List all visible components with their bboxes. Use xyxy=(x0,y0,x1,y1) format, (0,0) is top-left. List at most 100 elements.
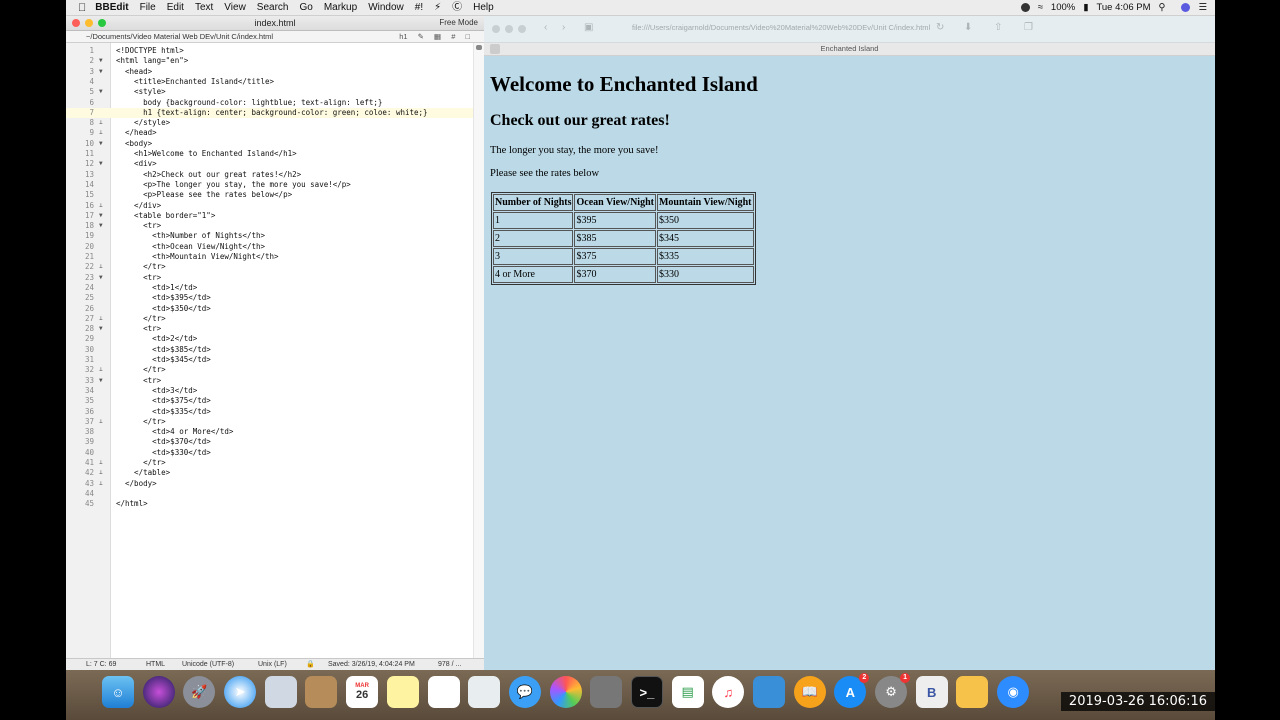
code-line[interactable]: 42 ⊥ </table> xyxy=(66,468,474,478)
code-line[interactable]: 41 ⊥ </tr> xyxy=(66,458,474,468)
code-line[interactable]: 17 ▼ <table border="1"> xyxy=(66,211,474,221)
finder-icon[interactable]: ☺ xyxy=(102,676,134,708)
code-text[interactable]: <body> xyxy=(116,139,152,149)
fold-toggle-icon[interactable]: ⊥ xyxy=(99,128,103,138)
code-line[interactable]: 4 <title>Enchanted Island</title> xyxy=(66,77,474,87)
code-line[interactable]: 31 <td>$345</td> xyxy=(66,355,474,365)
battery-percent[interactable]: 100% xyxy=(1051,2,1075,13)
spotlight-icon[interactable]: ⚲ xyxy=(1159,2,1166,13)
notefile-icon[interactable] xyxy=(305,676,338,708)
menu-edit[interactable]: Edit xyxy=(167,0,184,15)
battery-icon[interactable]: ▮ xyxy=(1083,2,1088,13)
close-button[interactable] xyxy=(72,19,80,27)
code-line[interactable]: 10 ▼ <body> xyxy=(66,139,474,149)
lock-icon[interactable]: 🔒 xyxy=(306,659,315,670)
code-text[interactable]: </table> xyxy=(116,468,170,478)
fold-toggle-icon[interactable]: ▼ xyxy=(99,273,103,283)
forward-icon[interactable]: › xyxy=(562,22,565,33)
code-text[interactable]: <th>Number of Nights</th> xyxy=(116,231,265,241)
fold-toggle-icon[interactable]: ▼ xyxy=(99,139,103,149)
browser-zoom-button[interactable] xyxy=(518,25,526,33)
browser-tab[interactable]: Enchanted Island xyxy=(484,43,1215,56)
code-text[interactable]: </tr> xyxy=(116,417,166,427)
fold-toggle-icon[interactable]: ⊥ xyxy=(99,262,103,272)
code-line[interactable]: 24 <td>1</td> xyxy=(66,283,474,293)
code-text[interactable]: <td>$395</td> xyxy=(116,293,211,303)
fold-toggle-icon[interactable]: ▼ xyxy=(99,159,103,169)
script-icon[interactable]: ⚡ xyxy=(434,0,441,15)
sidebar-icon[interactable]: ▣ xyxy=(584,22,593,33)
share-icon[interactable]: ⇧ xyxy=(994,22,1002,33)
safari-icon[interactable]: ➤ xyxy=(224,676,257,708)
code-text[interactable]: </tr> xyxy=(116,262,166,272)
code-text[interactable]: <td>$335</td> xyxy=(116,407,211,417)
calculator-icon[interactable] xyxy=(590,676,623,708)
code-area[interactable]: 1 <!DOCTYPE html> 2 ▼ <html lang="en"> 3 ▼ <he… xyxy=(66,43,484,659)
code-line[interactable]: 9 ⊥ </head> xyxy=(66,128,474,138)
code-line[interactable]: 45 </html> xyxy=(66,499,474,509)
preview-icon[interactable] xyxy=(264,676,297,708)
code-line[interactable]: 32 ⊥ </tr> xyxy=(66,365,474,375)
code-line[interactable]: 21 <th>Mountain View/Night</th> xyxy=(66,252,474,262)
launchpad-icon[interactable]: 🚀 xyxy=(183,676,216,708)
wifi-icon[interactable]: ≈ xyxy=(1038,2,1043,13)
code-text[interactable]: <h2>Check out our great rates!</h2> xyxy=(116,170,301,180)
code-line[interactable]: 35 <td>$375</td> xyxy=(66,396,474,406)
notification-center-icon[interactable]: ☰ xyxy=(1198,2,1207,13)
code-text[interactable]: <title>Enchanted Island</title> xyxy=(116,77,274,87)
back-icon[interactable]: ‹ xyxy=(544,22,547,33)
fold-toggle-icon[interactable]: ⊥ xyxy=(99,201,103,211)
system-preferences-icon[interactable]: ⚙ 1 xyxy=(875,673,911,708)
code-text[interactable]: <th>Mountain View/Night</th> xyxy=(116,252,278,262)
notes-icon[interactable] xyxy=(386,676,419,708)
code-line[interactable]: 37 ⊥ </tr> xyxy=(66,417,474,427)
code-text[interactable]: </style> xyxy=(116,118,170,128)
browser-minimize-button[interactable] xyxy=(505,25,513,33)
code-text[interactable]: <tr> xyxy=(116,376,161,386)
code-text[interactable]: </tr> xyxy=(116,458,166,468)
code-text[interactable]: <table border="1"> xyxy=(116,211,215,221)
code-text[interactable]: <td>1</td> xyxy=(116,283,197,293)
code-line[interactable]: 27 ⊥ </tr> xyxy=(66,314,474,324)
siri-dock-icon[interactable] xyxy=(142,676,175,708)
markup-icon[interactable]: ▦ xyxy=(434,32,441,41)
code-line[interactable]: 38 <td>4 or More</td> xyxy=(66,427,474,437)
editor-scrollbar[interactable] xyxy=(473,43,484,659)
reminders-icon[interactable] xyxy=(427,676,460,708)
record-icon[interactable] xyxy=(1013,2,1030,13)
code-line[interactable]: 8 ⊥ </style> xyxy=(66,118,474,128)
code-text[interactable]: <td>$345</td> xyxy=(116,355,211,365)
code-line[interactable]: 23 ▼ <tr> xyxy=(66,273,474,283)
code-line[interactable]: 30 <td>$385</td> xyxy=(66,345,474,355)
fold-toggle-icon[interactable]: ▼ xyxy=(99,56,103,66)
code-text[interactable]: <tr> xyxy=(116,273,161,283)
code-text[interactable]: <div> xyxy=(116,159,157,169)
code-line[interactable]: 34 <td>3</td> xyxy=(66,386,474,396)
fold-toggle-icon[interactable]: ⊥ xyxy=(99,458,103,468)
code-text[interactable]: <tr> xyxy=(116,324,161,334)
code-line[interactable]: 12 ▼ <div> xyxy=(66,159,474,169)
code-text[interactable]: <tr> xyxy=(116,221,161,231)
code-text[interactable]: </head> xyxy=(116,128,157,138)
fold-toggle-icon[interactable]: ▼ xyxy=(99,376,103,386)
code-text[interactable]: <td>$385</td> xyxy=(116,345,211,355)
numbers-icon[interactable]: ▤ xyxy=(671,676,704,708)
menu-go[interactable]: Go xyxy=(299,0,312,15)
code-line[interactable]: 1 <!DOCTYPE html> xyxy=(66,46,474,56)
keynote-icon[interactable] xyxy=(753,676,785,708)
fold-toggle-icon[interactable]: ▼ xyxy=(99,87,103,97)
code-line[interactable]: 15 <p>Please see the rates below</p> xyxy=(66,190,474,200)
document-path[interactable]: ~/Documents/Video Material Web DEv/Unit … xyxy=(86,32,273,41)
books-icon[interactable]: 📖 xyxy=(793,676,826,708)
language-menu[interactable]: HTML xyxy=(146,659,165,670)
terminal-icon[interactable]: >_ xyxy=(630,676,663,708)
calendar-icon[interactable]: MAR 26 xyxy=(346,676,379,708)
code-line[interactable]: 18 ▼ <tr> xyxy=(66,221,474,231)
photos-icon[interactable] xyxy=(549,676,582,708)
code-text[interactable]: </tr> xyxy=(116,365,166,375)
code-line[interactable]: 25 <td>$395</td> xyxy=(66,293,474,303)
code-text[interactable]: <!DOCTYPE html> xyxy=(116,46,184,56)
code-line[interactable]: 28 ▼ <tr> xyxy=(66,324,474,334)
menu-view[interactable]: View xyxy=(224,0,246,15)
download-icon[interactable]: ⬇ xyxy=(964,22,972,33)
